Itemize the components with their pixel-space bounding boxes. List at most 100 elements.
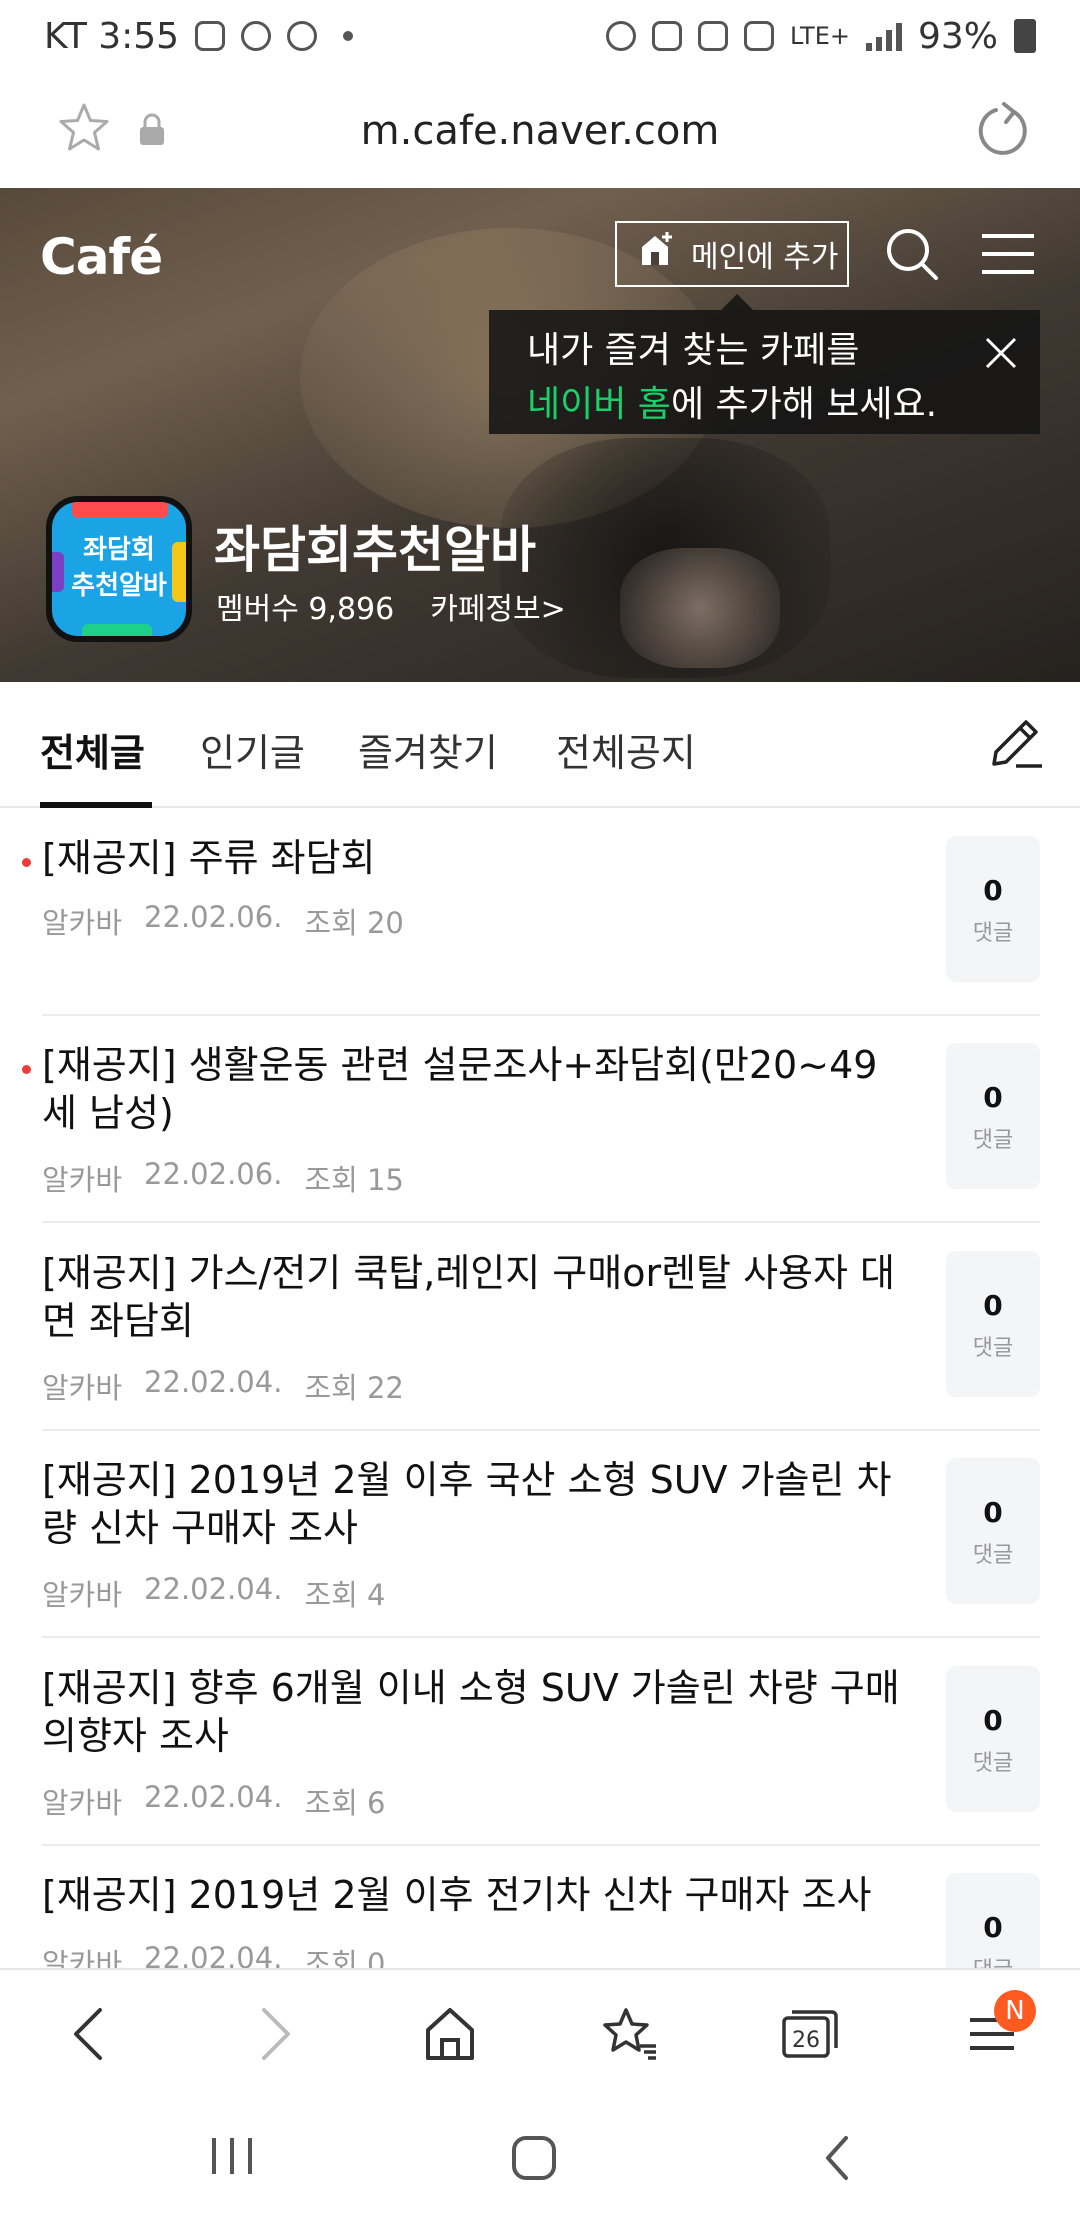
- post-author: 알카바: [42, 1947, 123, 1968]
- post-title[interactable]: [재공지] 2019년 2월 이후 전기차 신차 구매자 조사: [42, 1871, 912, 1919]
- comment-label: 댓글: [972, 1336, 1014, 1361]
- comment-count: 0: [983, 874, 1003, 907]
- avatar-deco: [72, 502, 168, 518]
- comment-count: 0: [983, 1704, 1003, 1737]
- post-views: 조회 22: [304, 1371, 404, 1405]
- band-icon: [287, 21, 318, 51]
- post-date: 22.02.04.: [144, 1365, 283, 1399]
- bookmarks-icon[interactable]: [602, 2006, 658, 2066]
- avatar-text-line: 추천알바: [71, 571, 167, 601]
- add-to-main-label: 메인에 추가: [691, 240, 839, 275]
- tab-popular[interactable]: 인기글: [200, 722, 305, 777]
- post-views: 조회 15: [304, 1163, 404, 1197]
- avatar-text-line: 좌담회: [83, 535, 155, 565]
- post-author: 알카바: [42, 906, 123, 940]
- post-author: 알카바: [42, 1371, 123, 1405]
- tab-all-posts[interactable]: 전체글: [40, 722, 145, 777]
- comment-label: 댓글: [946, 1952, 1040, 1968]
- comment-label: 댓글: [972, 921, 1014, 946]
- add-main-tooltip: 내가 즐겨 찾는 카페를 네이버 홈에 추가해 보세요.: [489, 294, 1040, 434]
- tab-count: 26: [792, 2028, 820, 2053]
- back-icon[interactable]: [66, 2006, 114, 2066]
- cafe-meta: 멤버수 9,896 카페정보>: [216, 584, 566, 628]
- tooltip-rest: 에 추가해 보세요.: [670, 384, 938, 425]
- post-title[interactable]: [재공지] 가스/전기 쿡탑,레인지 구매or렌탈 사용자 대면 좌담회: [42, 1249, 912, 1345]
- member-count: 멤버수 9,896: [216, 592, 395, 627]
- status-bar: KT 3:55 LTE+ 93%: [0, 0, 1080, 72]
- signal-icon: [865, 21, 902, 51]
- post-views: 조회 20: [304, 906, 404, 940]
- post-author: 알카바: [42, 1163, 123, 1197]
- post-title[interactable]: [재공지] 향후 6개월 이내 소형 SUV 가솔린 차량 구매 의향자 조사: [42, 1664, 912, 1760]
- comment-count-button[interactable]: 0 댓글: [946, 1458, 1040, 1604]
- divider: [42, 1429, 1040, 1431]
- board-tabs: 전체글 인기글 즐겨찾기 전체공지: [0, 682, 1080, 808]
- comment-count-button[interactable]: 0 댓글: [946, 1251, 1040, 1397]
- tooltip-line-1: 내가 즐겨 찾는 카페를: [527, 330, 860, 371]
- tab-notices[interactable]: 전체공지: [556, 722, 696, 777]
- close-icon[interactable]: [984, 332, 1018, 386]
- recents-icon[interactable]: [208, 2134, 256, 2182]
- post-date: 22.02.04.: [144, 1780, 283, 1814]
- pencil-icon[interactable]: [986, 712, 1046, 776]
- post-list: [재공지] 주류 좌담회 알카바 22.02.06. 조회 20 0 댓글 [재…: [0, 808, 1080, 1968]
- cafe-info-link[interactable]: 카페정보>: [430, 584, 566, 628]
- pill-icon: [195, 21, 226, 51]
- comment-count-button[interactable]: 0 댓글: [946, 1873, 1040, 1968]
- new-post-dot: [22, 858, 31, 867]
- notification-badge: N: [994, 1990, 1036, 2032]
- hd-icon: [743, 21, 774, 51]
- back-icon[interactable]: [818, 2134, 858, 2186]
- url-text[interactable]: m.cafe.naver.com: [0, 108, 1080, 154]
- post-title[interactable]: [재공지] 생활운동 관련 설문조사+좌담회(만20~49세 남성): [42, 1041, 912, 1137]
- post-title[interactable]: [재공지] 주류 좌담회: [42, 834, 912, 882]
- post-views: 조회 0: [304, 1947, 386, 1968]
- reload-icon[interactable]: [974, 98, 1030, 162]
- status-right: LTE+ 93%: [605, 15, 1036, 57]
- comment-count: 0: [983, 1496, 1003, 1529]
- search-icon[interactable]: [884, 226, 940, 286]
- post-author: 알카바: [42, 1578, 123, 1612]
- comment-label: 댓글: [972, 1128, 1014, 1153]
- comment-count: 0: [983, 1911, 1003, 1944]
- comment-label: 댓글: [972, 1543, 1014, 1568]
- alarm-icon: [605, 21, 636, 51]
- home-icon[interactable]: [510, 2134, 558, 2186]
- comment-label: 댓글: [972, 1751, 1014, 1776]
- tooltip-line-2: 네이버 홈에 추가해 보세요.: [527, 378, 1040, 432]
- avatar-deco: [82, 624, 152, 636]
- avatar-text: 좌담회 추천알바: [52, 532, 186, 604]
- comment-count-button[interactable]: 0 댓글: [946, 1043, 1040, 1189]
- divider: [42, 1221, 1040, 1223]
- cafe-logo[interactable]: Café: [40, 228, 163, 286]
- battery-percent: 93%: [917, 15, 998, 57]
- recycle-icon: [697, 21, 728, 51]
- comment-count-button[interactable]: 0 댓글: [946, 1666, 1040, 1812]
- post-meta: 알카바 22.02.04. 조회 6: [42, 1780, 385, 1822]
- post-meta: 알카바 22.02.06. 조회 20: [42, 900, 404, 942]
- post-title[interactable]: [재공지] 2019년 2월 이후 국산 소형 SUV 가솔린 차량 신차 구매…: [42, 1456, 912, 1552]
- tabs-icon[interactable]: 26: [780, 2006, 840, 2066]
- home-icon[interactable]: [424, 2006, 476, 2066]
- browser-toolbar: 26 N: [0, 1968, 1080, 2096]
- new-post-dot: [22, 1065, 31, 1074]
- cafe-avatar[interactable]: 좌담회 추천알바: [46, 496, 192, 642]
- divider: [42, 1844, 1040, 1846]
- forward-icon[interactable]: [250, 2006, 298, 2066]
- post-date: 22.02.04.: [144, 1941, 283, 1968]
- battery-icon: [1014, 19, 1036, 53]
- post-views: 조회 4: [304, 1578, 386, 1612]
- comment-count: 0: [983, 1289, 1003, 1322]
- add-to-main-button[interactable]: 메인에 추가: [615, 221, 849, 287]
- tab-favorites[interactable]: 즐겨찾기: [358, 722, 498, 777]
- chat-icon: [241, 21, 272, 51]
- comment-count-button[interactable]: 0 댓글: [946, 836, 1040, 982]
- more-notifications-icon: [343, 31, 354, 41]
- menu-icon[interactable]: [980, 232, 1036, 280]
- cafe-hero: Café 메인에 추가 내가 즐겨 찾는 카페를 네이버 홈에 추가해 보세요.…: [0, 188, 1080, 682]
- post-date: 22.02.04.: [144, 1572, 283, 1606]
- system-navbar: [0, 2096, 1080, 2220]
- post-meta: 알카바 22.02.06. 조회 15: [42, 1157, 404, 1199]
- home-plus-icon: [637, 230, 677, 278]
- post-date: 22.02.06.: [144, 1157, 283, 1191]
